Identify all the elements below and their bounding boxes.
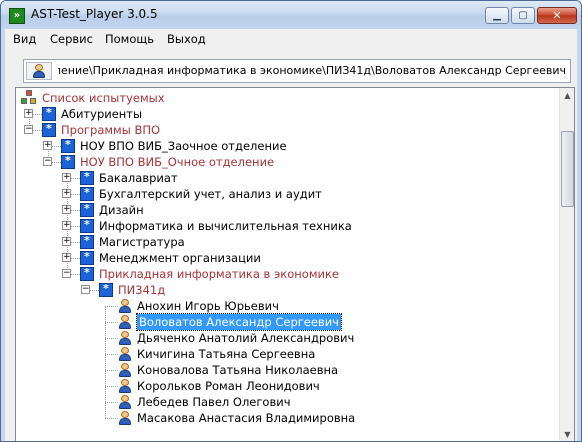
group-icon xyxy=(80,186,94,201)
vertical-scrollbar[interactable]: ▲ ▼ xyxy=(559,88,574,441)
window-title: AST-Test_Player 3.0.5 xyxy=(31,7,158,21)
tree-node-label[interactable]: Информатика и вычислительная техника xyxy=(99,218,352,234)
expand-icon[interactable]: + xyxy=(62,173,71,182)
person-icon xyxy=(118,410,132,426)
tree-node[interactable]: − Прикладная информатика в экономике xyxy=(16,266,556,282)
tree-node[interactable]: Дьяченко Анатолий Александрович xyxy=(16,330,556,346)
tree-node[interactable]: − ПИ341д xyxy=(16,282,556,298)
maximize-button[interactable]: ▢ xyxy=(511,7,535,24)
minimize-button[interactable]: ▁ xyxy=(485,7,509,24)
expand-icon[interactable]: + xyxy=(43,141,52,150)
tree-node[interactable]: Воловатов Александр Сергеевич xyxy=(16,313,556,331)
tree-node-label[interactable]: Кичигина Татьяна Сергеевна xyxy=(137,346,315,362)
tree-node[interactable]: + НОУ ВПО ВИБ_Заочное отделение xyxy=(16,138,556,154)
tree-node-label[interactable]: Менеджмент организации xyxy=(99,250,261,266)
menu-view[interactable]: Вид xyxy=(13,31,36,47)
path-field[interactable]: Заочное отделение\Прикладная информатика… xyxy=(58,64,566,80)
tree-node[interactable]: + Бакалавриат xyxy=(16,170,556,186)
person-icon xyxy=(118,362,132,378)
tree-node-label[interactable]: Программы ВПО xyxy=(61,122,160,138)
group-icon xyxy=(80,234,94,249)
person-icon xyxy=(118,394,132,410)
menu-exit[interactable]: Выход xyxy=(167,31,206,47)
tree-node-label[interactable]: Магистратура xyxy=(99,234,185,250)
expand-icon[interactable]: + xyxy=(62,205,71,214)
group-icon xyxy=(42,106,56,121)
group-icon xyxy=(42,122,56,137)
tree-node-label[interactable]: Бакалавриат xyxy=(99,170,178,186)
tree-node-label[interactable]: Корольков Роман Леонидович xyxy=(137,378,320,394)
tree-node-label[interactable]: Воловатов Александр Сергеевич xyxy=(136,313,342,331)
tree-node-label[interactable]: Абитуриенты xyxy=(61,106,142,122)
group-icon xyxy=(80,202,94,217)
tree-node-label[interactable]: НОУ ВПО ВИБ_Заочное отделение xyxy=(80,138,287,154)
person-icon xyxy=(32,63,46,79)
tree-node-label[interactable]: Прикладная информатика в экономике xyxy=(99,266,339,282)
client-area: Вид Сервис Помощь Выход Заочное отделени… xyxy=(5,29,577,441)
tree-node-label[interactable]: Дизайн xyxy=(99,202,144,218)
user-button[interactable] xyxy=(26,62,52,80)
tree-node[interactable]: Список испытуемых xyxy=(16,90,556,106)
collapse-icon[interactable]: − xyxy=(24,125,33,134)
subjects-tree[interactable]: Список испытуемых + Абитуриенты − Программы … xyxy=(15,87,575,441)
person-icon xyxy=(118,298,132,314)
tree-node-label[interactable]: Лебедев Павел Олегович xyxy=(137,394,291,410)
tree-node[interactable]: Лебедев Павел Олегович xyxy=(16,394,556,410)
expand-icon[interactable]: + xyxy=(62,189,71,198)
tree-node[interactable]: + Дизайн xyxy=(16,202,556,218)
tree-node-label[interactable]: Масакова Анастасия Владимировна xyxy=(137,410,355,426)
title-bar[interactable]: » AST-Test_Player 3.0.5 ▁ ▢ ✕ xyxy=(1,1,581,29)
tree-node-label[interactable]: Дьяченко Анатолий Александрович xyxy=(137,330,354,346)
app-icon[interactable]: » xyxy=(9,8,25,24)
scroll-down-icon[interactable]: ▼ xyxy=(561,427,574,441)
tree-node[interactable]: Корольков Роман Леонидович xyxy=(16,378,556,394)
tree-node[interactable]: Масакова Анастасия Владимировна xyxy=(16,410,556,426)
group-icon xyxy=(80,266,94,281)
close-button[interactable]: ✕ xyxy=(537,7,577,24)
collapse-icon[interactable]: − xyxy=(62,269,71,278)
menu-service[interactable]: Сервис xyxy=(50,31,93,47)
tree-node-label[interactable]: Список испытуемых xyxy=(42,90,165,106)
group-icon xyxy=(61,138,75,153)
tree-node-label[interactable]: Коновалова Татьяна Николаевна xyxy=(137,362,338,378)
collapse-icon[interactable]: − xyxy=(81,285,90,294)
group-icon xyxy=(80,170,94,185)
app-window: » AST-Test_Player 3.0.5 ▁ ▢ ✕ Вид Сервис… xyxy=(0,0,582,442)
tree-node[interactable]: + Информатика и вычислительная техника xyxy=(16,218,556,234)
tree-node-label[interactable]: НОУ ВПО ВИБ_Очное отделение xyxy=(80,154,274,170)
tree-node-label[interactable]: ПИ341д xyxy=(118,282,165,298)
scroll-thumb[interactable] xyxy=(561,131,574,207)
group-icon xyxy=(61,154,75,169)
person-icon xyxy=(118,330,132,346)
group-icon xyxy=(99,282,113,297)
person-icon xyxy=(118,378,132,394)
group-icon xyxy=(80,250,94,265)
expand-icon[interactable]: + xyxy=(62,253,71,262)
expand-icon[interactable]: + xyxy=(62,237,71,246)
collapse-icon[interactable]: − xyxy=(43,157,52,166)
tree-node[interactable]: Коновалова Татьяна Николаевна xyxy=(16,362,556,378)
tree-node[interactable]: − НОУ ВПО ВИБ_Очное отделение xyxy=(16,154,556,170)
group-icon xyxy=(80,218,94,233)
tree-root-icon xyxy=(21,90,37,106)
tree-node[interactable]: + Абитуриенты xyxy=(16,106,556,122)
path-bar: Заочное отделение\Прикладная информатика… xyxy=(23,59,571,83)
tree-node[interactable]: + Менеджмент организации xyxy=(16,250,556,266)
person-icon xyxy=(118,346,132,362)
expand-icon[interactable]: + xyxy=(62,221,71,230)
scroll-up-icon[interactable]: ▲ xyxy=(561,88,574,103)
tree-node[interactable]: Анохин Игорь Юрьевич xyxy=(16,298,556,314)
person-icon xyxy=(118,314,132,330)
tree-node-label[interactable]: Бухгалтерский учет, анализ и аудит xyxy=(99,186,322,202)
menu-bar: Вид Сервис Помощь Выход xyxy=(5,29,577,49)
tree-node[interactable]: + Магистратура xyxy=(16,234,556,250)
path-text: Заочное отделение\Прикладная информатика… xyxy=(58,64,566,77)
expand-icon[interactable]: + xyxy=(24,109,33,118)
tree-node[interactable]: + Бухгалтерский учет, анализ и аудит xyxy=(16,186,556,202)
tree-node[interactable]: − Программы ВПО xyxy=(16,122,556,138)
tree-node[interactable]: Кичигина Татьяна Сергеевна xyxy=(16,346,556,362)
menu-help[interactable]: Помощь xyxy=(105,31,154,47)
tree-node-label[interactable]: Анохин Игорь Юрьевич xyxy=(137,298,279,314)
